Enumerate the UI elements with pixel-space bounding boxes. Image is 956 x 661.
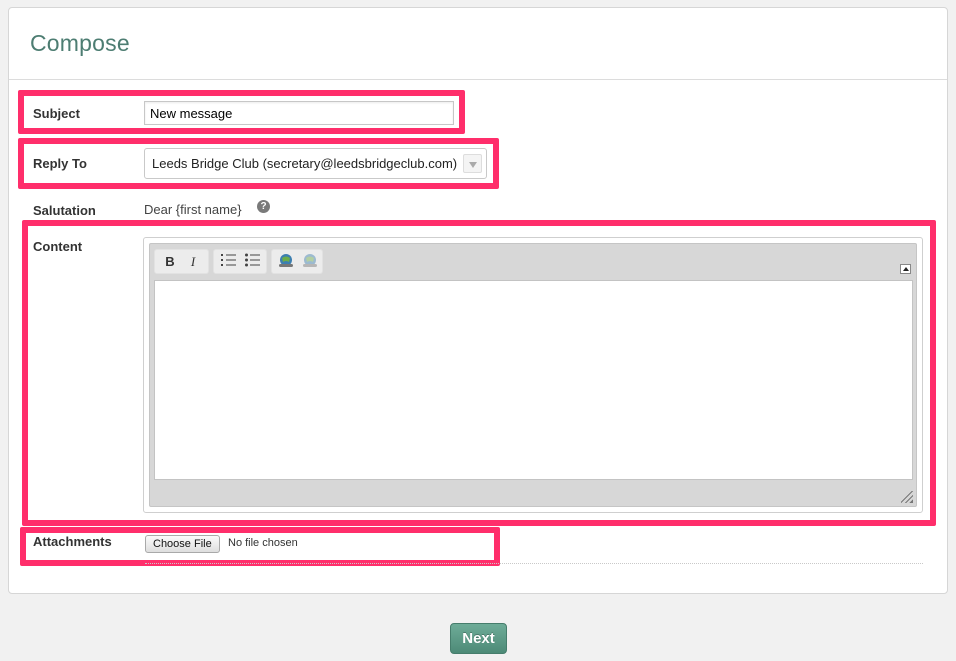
panel-header: Compose — [9, 8, 947, 80]
content-label: Content — [33, 239, 83, 254]
salutation-label: Salutation — [33, 203, 96, 218]
next-button[interactable]: Next — [450, 623, 507, 654]
collapse-toolbar-icon[interactable] — [900, 264, 911, 274]
page-title: Compose — [30, 30, 130, 56]
subject-label: Subject — [33, 106, 80, 121]
italic-button[interactable]: I — [183, 253, 203, 271]
divider — [145, 563, 923, 564]
list-toolbar-group — [213, 249, 267, 274]
help-icon[interactable]: ? — [257, 200, 270, 213]
rich-text-editor: B I — [143, 237, 923, 513]
format-toolbar-group: B I — [154, 249, 209, 274]
file-status-text: No file chosen — [228, 537, 298, 549]
choose-file-button[interactable]: Choose File — [145, 535, 220, 553]
resize-handle-icon[interactable] — [901, 491, 913, 503]
link-toolbar-group — [271, 249, 323, 274]
reply-to-selected-value: Leeds Bridge Club (secretary@leedsbridge… — [152, 156, 458, 171]
dropdown-arrow-icon[interactable] — [463, 154, 482, 173]
editor-content-area[interactable] — [154, 280, 913, 480]
attachments-label: Attachments — [33, 534, 112, 549]
link-icon[interactable] — [276, 253, 296, 271]
unordered-list-icon[interactable] — [243, 253, 263, 271]
editor-frame: B I — [149, 243, 917, 507]
unlink-icon[interactable] — [300, 253, 320, 271]
subject-input[interactable] — [144, 101, 454, 125]
reply-to-label: Reply To — [33, 156, 87, 171]
bold-button[interactable]: B — [160, 253, 180, 271]
reply-to-select[interactable]: Leeds Bridge Club (secretary@leedsbridge… — [144, 148, 487, 179]
ordered-list-icon[interactable] — [219, 253, 239, 271]
salutation-value: Dear {first name} — [144, 202, 242, 217]
